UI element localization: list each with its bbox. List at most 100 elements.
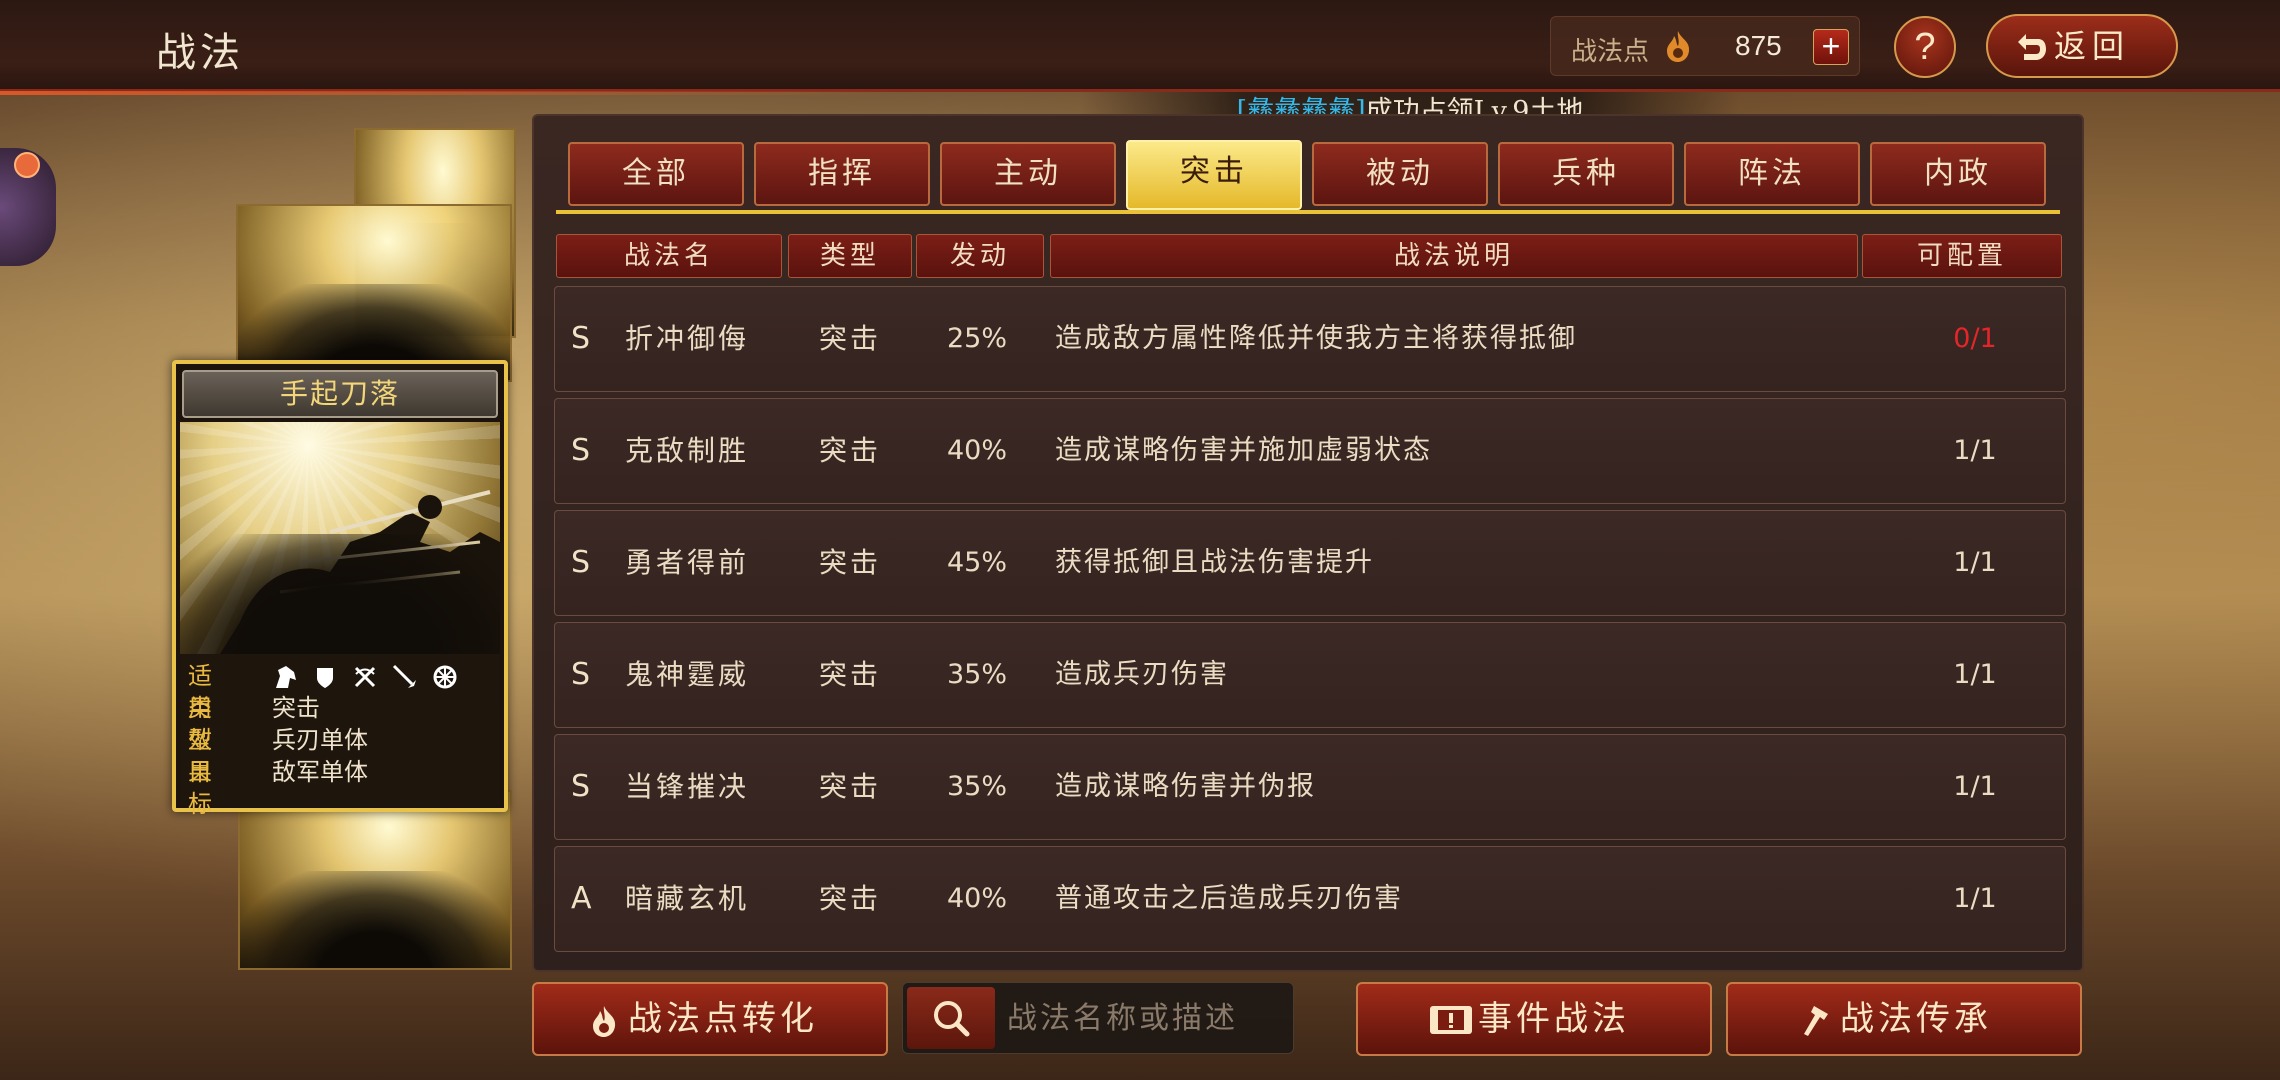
tab-all[interactable]: 全部 [568, 142, 744, 206]
tab-active[interactable]: 主动 [940, 142, 1116, 206]
row-grade: S [571, 769, 591, 804]
tab-internal[interactable]: 内政 [1870, 142, 2046, 206]
row-rate: 35% [947, 771, 1008, 802]
add-points-button[interactable]: + [1813, 29, 1849, 65]
row-description: 造成兵刃伤害 [1055, 659, 1229, 690]
inherit-tactics-button[interactable]: 战法传承 [1726, 982, 2082, 1056]
page-title: 战法 [156, 30, 244, 76]
card-info: 适用 类型 突击 效果 兵刃单体 目标 敌军单体 [180, 654, 500, 818]
search-box[interactable] [902, 982, 1294, 1054]
info-value: 敌军单体 [272, 758, 368, 786]
event-ticket-icon [1430, 1006, 1472, 1034]
card-art [180, 422, 500, 654]
card-stack-back-middle [236, 204, 512, 382]
search-input[interactable] [1007, 993, 1287, 1043]
row-type: 突击 [819, 546, 882, 579]
row-rate: 45% [947, 547, 1008, 578]
row-description: 造成谋略伤害并施加虚弱状态 [1055, 435, 1432, 466]
convert-points-button[interactable]: 战法点转化 [532, 982, 888, 1056]
bow-icon [352, 664, 378, 690]
tactics-list[interactable]: S 折冲御侮 突击 25% 造成敌方属性降低并使我方主将获得抵御 0/1 S 克… [554, 286, 2066, 962]
points-value: 875 [1735, 30, 1782, 61]
help-button[interactable]: ? [1894, 16, 1956, 78]
tactic-point-icon [1667, 31, 1690, 62]
row-rate: 40% [947, 435, 1008, 466]
back-label: 返回 [2054, 27, 2131, 65]
row-rate: 25% [947, 323, 1008, 354]
row-grade: S [571, 433, 591, 468]
column-header-rate[interactable]: 发动 [916, 234, 1044, 278]
column-header-type[interactable]: 类型 [788, 234, 912, 278]
row-type: 突击 [819, 882, 882, 915]
table-row[interactable]: A 暗藏玄机 突击 40% 普通攻击之后造成兵刃伤害 1/1 [554, 846, 2066, 952]
row-grade: S [571, 545, 591, 580]
row-rate: 40% [947, 883, 1008, 914]
event-tactics-button[interactable]: 事件战法 [1356, 982, 1712, 1056]
tab-troop[interactable]: 兵种 [1498, 142, 1674, 206]
back-arrow-icon [2018, 34, 2046, 60]
tactics-panel: 全部 指挥 主动 突击 被动 兵种 阵法 内政 战法名 类型 发动 战法说明 可… [532, 114, 2084, 972]
row-availability: 0/1 [1953, 323, 1997, 354]
row-name: 克敌制胜 [625, 434, 750, 467]
troop-icons [272, 664, 458, 690]
table-row[interactable]: S 鬼神霆威 突击 35% 造成兵刃伤害 1/1 [554, 622, 2066, 728]
inherit-tactics-label: 战法传承 [1840, 999, 1992, 1039]
row-description: 普通攻击之后造成兵刃伤害 [1055, 883, 1403, 914]
tab-assault[interactable]: 突击 [1126, 140, 1302, 210]
notification-dot [14, 152, 40, 178]
event-tactics-label: 事件战法 [1478, 999, 1630, 1039]
table-row[interactable]: S 克敌制胜 突击 40% 造成谋略伤害并施加虚弱状态 1/1 [554, 398, 2066, 504]
column-header-avail[interactable]: 可配置 [1862, 234, 2062, 278]
spear-icon [392, 664, 418, 690]
row-type: 突击 [819, 322, 882, 355]
tab-formation[interactable]: 阵法 [1684, 142, 1860, 206]
search-icon [934, 1001, 970, 1037]
info-value: 兵刃单体 [272, 726, 368, 754]
siege-wheel-icon [432, 664, 458, 690]
card-stack-back-bottom [238, 790, 512, 970]
row-type: 突击 [819, 770, 882, 803]
row-availability: 1/1 [1953, 771, 1997, 802]
tab-command[interactable]: 指挥 [754, 142, 930, 206]
row-description: 造成谋略伤害并伪报 [1055, 771, 1316, 802]
tactic-point-icon [593, 1006, 616, 1037]
info-key: 目标 [188, 758, 214, 818]
category-tabs: 全部 指挥 主动 突击 被动 兵种 阵法 内政 [568, 140, 2048, 210]
search-button[interactable] [907, 987, 995, 1049]
row-name: 当锋摧决 [625, 770, 750, 803]
tactic-points-display: 战法点 875 + [1550, 16, 1860, 76]
row-grade: S [571, 321, 591, 356]
row-name: 勇者得前 [625, 546, 750, 579]
row-rate: 35% [947, 659, 1008, 690]
side-menu-orb[interactable] [0, 148, 56, 266]
card-art-shadow [180, 534, 500, 654]
row-availability: 1/1 [1953, 547, 1997, 578]
row-name: 鬼神霆威 [625, 658, 750, 691]
row-type: 突击 [819, 658, 882, 691]
row-name: 暗藏玄机 [625, 882, 750, 915]
info-value: 突击 [272, 694, 320, 722]
convert-points-label: 战法点转化 [628, 999, 818, 1039]
row-grade: S [571, 657, 591, 692]
table-row[interactable]: S 折冲御侮 突击 25% 造成敌方属性降低并使我方主将获得抵御 0/1 [554, 286, 2066, 392]
table-row[interactable]: S 当锋摧决 突击 35% 造成谋略伤害并伪报 1/1 [554, 734, 2066, 840]
column-header-name[interactable]: 战法名 [556, 234, 782, 278]
tab-underline [556, 210, 2060, 214]
selected-skill-card[interactable]: 手起刀落 适用 类型 突击 效果 兵刃单体 目标 敌军单体 [172, 360, 508, 818]
cavalry-icon [272, 664, 298, 690]
top-bar: 战法 战法点 875 + ? 返回 [0, 0, 2280, 95]
row-grade: A [571, 881, 592, 916]
shield-icon [312, 664, 338, 690]
row-name: 折冲御侮 [625, 322, 750, 355]
column-header-desc: 战法说明 [1050, 234, 1858, 278]
back-button[interactable]: 返回 [1986, 14, 2178, 78]
hammer-icon [1804, 1006, 1828, 1036]
row-type: 突击 [819, 434, 882, 467]
row-description: 获得抵御且战法伤害提升 [1055, 547, 1374, 578]
row-availability: 1/1 [1953, 659, 1997, 690]
table-row[interactable]: S 勇者得前 突击 45% 获得抵御且战法伤害提升 1/1 [554, 510, 2066, 616]
row-availability: 1/1 [1953, 883, 1997, 914]
tab-passive[interactable]: 被动 [1312, 142, 1488, 206]
card-name: 手起刀落 [182, 370, 498, 418]
row-description: 造成敌方属性降低并使我方主将获得抵御 [1055, 323, 1577, 354]
